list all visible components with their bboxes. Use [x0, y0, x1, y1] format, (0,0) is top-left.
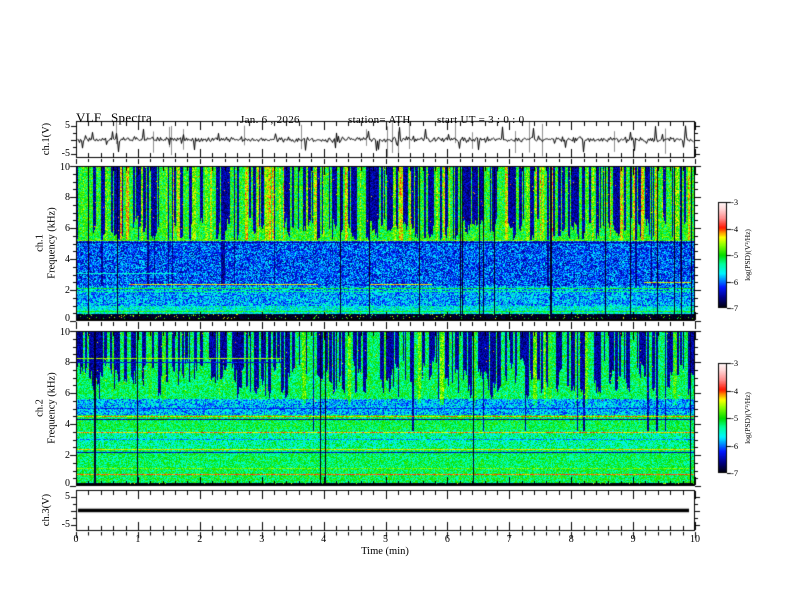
- freq-tick-label: 8: [65, 356, 70, 368]
- colorbar-tick-label: -7: [731, 468, 739, 478]
- time-tick-label: 1: [135, 534, 141, 545]
- time-tick-label: 2: [197, 534, 203, 545]
- freq-tick-label: 6: [65, 222, 70, 234]
- freq-tick-label: 4: [65, 418, 70, 430]
- ch1-spectrogram-axis-label-line2: Frequency (kHz): [46, 207, 57, 279]
- ch2-spectrogram-panel: [76, 331, 695, 486]
- colorbar-tick-label: -6: [731, 276, 739, 287]
- volt-tick-label: 5: [65, 491, 70, 502]
- header-station: station= ATH: [348, 114, 411, 126]
- freq-tick-label: 6: [65, 387, 70, 399]
- colorbar-ch2: [718, 363, 727, 473]
- colorbar-ch1: [718, 202, 727, 308]
- page-title: VLF Spectra: [76, 110, 153, 125]
- freq-tick-label: 0: [65, 477, 70, 489]
- time-tick-label: 4: [321, 534, 327, 545]
- header-start-ut: start UT = 3 : 0 : 0: [437, 114, 525, 126]
- colorbar-tick-label: -7: [731, 303, 739, 313]
- time-tick-label: 10: [690, 534, 700, 545]
- ch2-spectrogram-axis-label-line2: Frequency (kHz): [46, 372, 57, 444]
- freq-tick-label: 4: [65, 253, 70, 265]
- colorbar-tick-label: -4: [731, 385, 739, 396]
- colorbar-tick-label: -6: [731, 440, 739, 451]
- colorbar-tick-label: -5: [731, 250, 739, 260]
- colorbar-ch1-label: log(PSD)(V²/Hz): [742, 229, 752, 281]
- freq-tick-label: 10: [60, 161, 70, 173]
- ch2-spectrogram-axis-label-line1: ch.2: [34, 399, 46, 417]
- ch2-spectrogram-axis-label: ch.2 Frequency (kHz): [35, 372, 58, 443]
- time-tick-label: 0: [73, 534, 79, 545]
- freq-tick-label: 0: [65, 312, 70, 324]
- ch3-waveform-panel: [76, 490, 695, 531]
- freq-tick-label: 8: [65, 191, 70, 203]
- freq-tick-label: 10: [60, 326, 70, 338]
- time-tick-label: 5: [383, 534, 388, 545]
- volt-tick-label: 5: [65, 120, 70, 131]
- time-axis-title: Time (min): [361, 546, 409, 557]
- time-tick-label: 9: [630, 534, 636, 545]
- colorbar-tick-label: -4: [731, 223, 739, 234]
- volt-tick-label: -5: [61, 519, 70, 530]
- volt-tick-label: -5: [61, 148, 70, 159]
- ch1-spectrogram-axis-label-line1: ch.1: [34, 234, 46, 252]
- time-tick-label: 6: [444, 534, 450, 545]
- ch1-spectrogram-axis-label: ch.1 Frequency (kHz): [35, 207, 58, 278]
- freq-tick-label: 2: [65, 284, 70, 296]
- colorbar-tick-label: -3: [731, 358, 739, 368]
- header-date: Jan. 6 , 2026: [240, 114, 300, 126]
- colorbar-tick-label: -5: [731, 413, 739, 423]
- time-tick-label: 3: [259, 534, 265, 545]
- ch1-waveform-panel: [76, 121, 695, 158]
- ch1-spectrogram-panel: [76, 166, 695, 321]
- time-tick-label: 7: [506, 534, 512, 545]
- freq-tick-label: 2: [65, 449, 70, 461]
- vlf-spectra-plot: VLF Spectra Jan. 6 , 2026 station= ATH s…: [0, 0, 792, 612]
- colorbar-tick-label: -3: [731, 197, 739, 207]
- time-tick-label: 8: [568, 534, 574, 545]
- colorbar-ch2-label: log(PSD)(V²/Hz): [742, 392, 752, 444]
